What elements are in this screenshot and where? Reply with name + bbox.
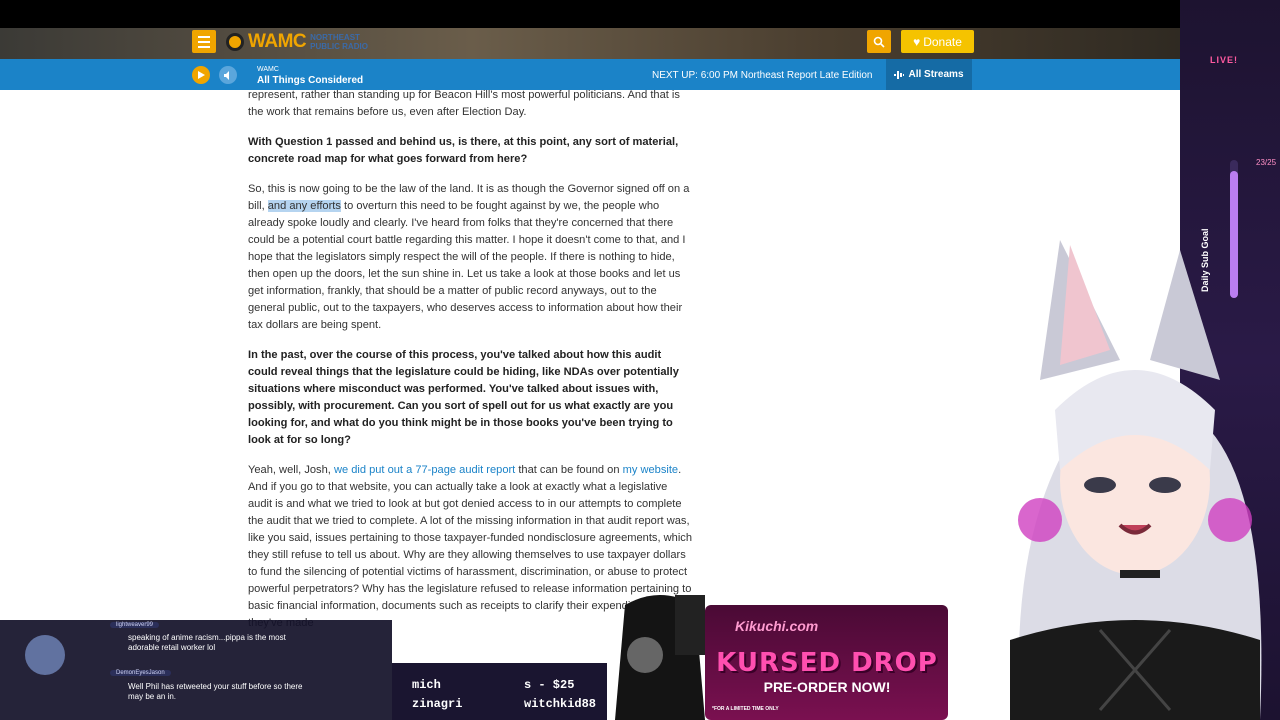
- chat-message: speaking of anime racism...pippa is the …: [128, 633, 286, 652]
- promo-title: KURSED DROP: [716, 648, 938, 678]
- promo-footnote: *FOR A LIMITED TIME ONLY: [712, 706, 779, 712]
- chat-username: DemonEyesJason: [110, 670, 171, 676]
- site-header: [0, 28, 1180, 59]
- audit-report-link[interactable]: we did put out a 77-page audit report: [334, 464, 515, 476]
- search-button[interactable]: [867, 30, 891, 53]
- donate-label: Donate: [923, 34, 962, 49]
- selected-text: and any efforts: [267, 200, 341, 212]
- text-run: Yeah, well, Josh,: [248, 464, 334, 476]
- volume-icon: [223, 70, 229, 80]
- interview-question: With Question 1 passed and behind us, is…: [248, 136, 679, 165]
- vtuber-avatar: [1010, 240, 1262, 720]
- text-run: that can be found on: [515, 464, 623, 476]
- logo-mark-icon: [226, 33, 244, 51]
- menu-button[interactable]: [192, 30, 216, 53]
- logo-text: WAMC: [248, 31, 307, 52]
- site-logo[interactable]: WAMC NORTHEAST PUBLIC RADIO: [226, 31, 380, 52]
- all-streams-label: All Streams: [908, 69, 964, 80]
- audio-player-bar: [0, 59, 1180, 90]
- interview-question: In the past, over the course of this pro…: [248, 349, 679, 446]
- next-up-text[interactable]: NEXT UP: 6:00 PM Northeast Report Late E…: [652, 70, 872, 81]
- play-icon: [198, 71, 205, 79]
- donate-button[interactable]: ♥ Donate: [901, 30, 974, 53]
- chat-username: lightweaver99: [110, 622, 160, 628]
- play-button[interactable]: [192, 66, 210, 84]
- website-link[interactable]: my website: [623, 464, 679, 476]
- hamburger-icon: [198, 35, 210, 38]
- promo-cta: PRE-ORDER NOW!: [763, 679, 891, 695]
- text-run: to overturn this need to be fought again…: [248, 200, 686, 331]
- volume-button[interactable]: [219, 66, 237, 84]
- logo-subtitle: NORTHEAST PUBLIC RADIO: [310, 33, 368, 51]
- live-badge: LIVE!: [1210, 55, 1239, 65]
- mascot-icon: [25, 635, 65, 675]
- all-streams-button[interactable]: All Streams: [886, 59, 972, 90]
- merch-hoodie-image: [615, 595, 705, 720]
- ticker-item: mich: [412, 678, 441, 692]
- station-name: WAMC: [257, 66, 279, 73]
- article-paragraph: So, this is now going to be the law of t…: [248, 181, 692, 334]
- chat-message: Well Phil has retweeted your stuff befor…: [128, 682, 303, 701]
- hamburger-icon: [198, 40, 210, 43]
- program-title[interactable]: All Things Considered: [257, 75, 363, 86]
- browser-top-bar: [0, 0, 1280, 28]
- ticker-item: zinagri: [412, 697, 463, 711]
- ticker-item: witchkid88: [524, 697, 597, 711]
- ticker-item: s - $25: [524, 678, 575, 692]
- article-paragraph: represent, rather than standing up for B…: [248, 89, 680, 118]
- hamburger-icon: [198, 45, 210, 48]
- article-body: represent, rather than standing up for B…: [248, 87, 692, 645]
- search-icon: [873, 36, 885, 48]
- promo-site: Kikuchi.com: [735, 618, 819, 634]
- sub-goal-count: 23/25: [1256, 158, 1277, 167]
- streams-icon: [894, 70, 905, 79]
- heart-icon: ♥: [913, 34, 921, 49]
